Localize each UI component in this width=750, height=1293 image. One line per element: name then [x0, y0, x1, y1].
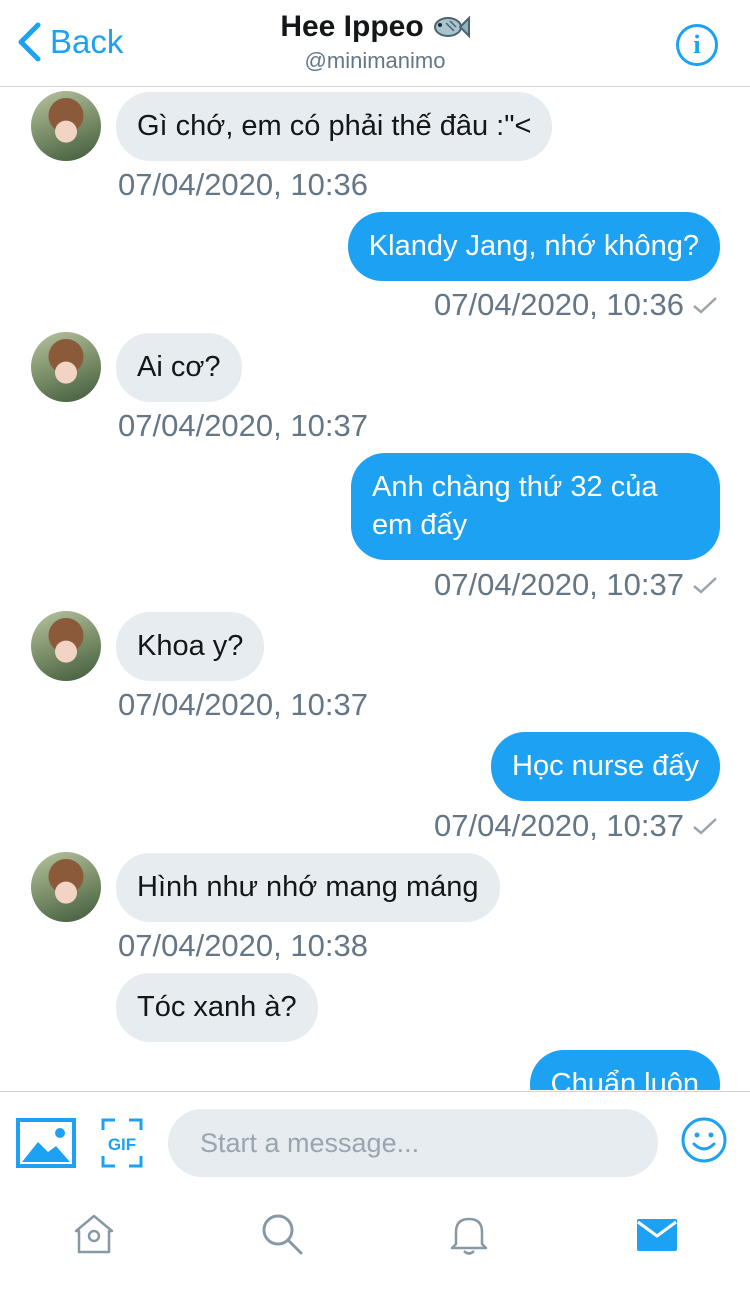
image-icon[interactable] [16, 1118, 76, 1168]
message-timestamp-row: 07/04/2020, 10:37 [434, 808, 718, 844]
message-timestamp: 07/04/2020, 10:37 [434, 567, 684, 602]
info-button[interactable]: i [676, 24, 718, 66]
search-icon[interactable] [259, 1211, 305, 1257]
message-timestamp: 07/04/2020, 10:37 [118, 687, 368, 722]
message-text-line: Anh chàng thứ 32 của [372, 471, 658, 503]
tab-bar [0, 1193, 750, 1293]
avatar[interactable] [31, 91, 101, 161]
home-icon[interactable] [71, 1211, 117, 1257]
avatar[interactable] [31, 852, 101, 922]
fish-icon [433, 15, 470, 39]
message-list[interactable]: Gì chớ, em có phải thế đâu :"< 07/04/202… [0, 87, 750, 1090]
checkmark-icon [693, 297, 717, 314]
message-bubble-received[interactable]: Gì chớ, em có phải thế đâu :"< [116, 92, 553, 161]
message-bubble-sent[interactable]: Anh chàng thứ 32 của em đấy [351, 453, 720, 560]
message-timestamp: 07/04/2020, 10:36 [434, 287, 684, 322]
checkmark-icon [693, 577, 717, 594]
avatar[interactable] [31, 332, 101, 402]
checkmark-icon [693, 818, 717, 835]
message-bubble-sent[interactable]: Klandy Jang, nhớ không? [347, 212, 720, 281]
message-bubble-sent[interactable]: Học nurse đấy [491, 732, 720, 801]
message-timestamp: 07/04/2020, 10:37 [118, 408, 368, 443]
message-text-line: em đấy [372, 509, 468, 541]
conversation-title[interactable]: Hee Ippeo @minimanimo [0, 10, 750, 74]
message-input[interactable] [168, 1109, 658, 1177]
contact-name: Hee Ippeo [280, 10, 424, 43]
info-icon: i [693, 30, 701, 59]
conversation-header: Back Hee Ippeo @minimanimo i [0, 0, 750, 87]
message-bubble-sent[interactable]: Chuẩn luôn [529, 1050, 720, 1090]
message-composer: GIF [0, 1091, 750, 1194]
message-timestamp-row: 07/04/2020, 10:37 [434, 567, 718, 603]
gif-label: GIF [108, 1135, 136, 1154]
message-bubble-received[interactable]: Tóc xanh à? [116, 973, 318, 1042]
avatar[interactable] [31, 611, 101, 681]
messages-icon[interactable] [634, 1211, 680, 1257]
message-timestamp: 07/04/2020, 10:38 [118, 928, 368, 963]
notifications-icon[interactable] [446, 1211, 492, 1257]
message-timestamp: 07/04/2020, 10:37 [434, 808, 684, 843]
emoji-icon[interactable] [680, 1116, 728, 1164]
message-bubble-received[interactable]: Ai cơ? [116, 333, 242, 402]
message-timestamp-row: 07/04/2020, 10:36 [434, 287, 718, 323]
message-bubble-received[interactable]: Khoa y? [116, 612, 265, 681]
gif-icon[interactable]: GIF [101, 1118, 143, 1168]
contact-handle: @minimanimo [304, 48, 446, 73]
message-timestamp: 07/04/2020, 10:36 [118, 167, 368, 202]
message-bubble-received[interactable]: Hình như nhớ mang máng [116, 853, 500, 922]
